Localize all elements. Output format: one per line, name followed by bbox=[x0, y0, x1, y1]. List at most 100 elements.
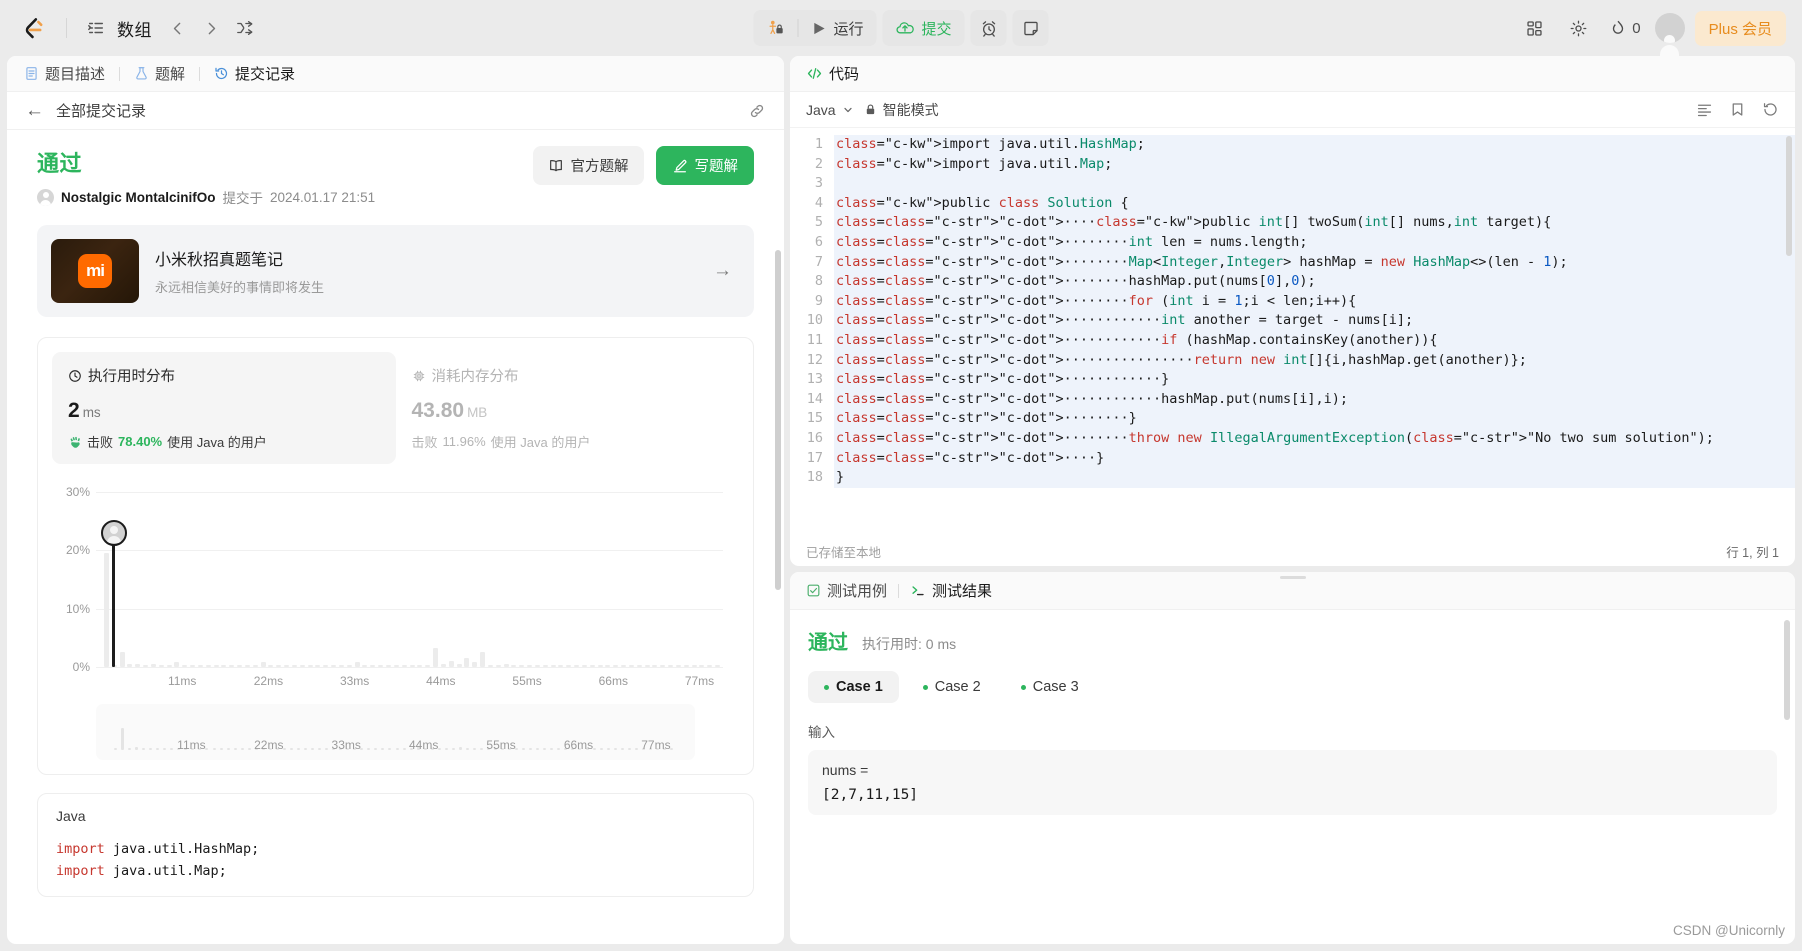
chart-bar bbox=[244, 665, 250, 667]
case-label: Case 1 bbox=[836, 679, 883, 695]
bookmark-icon[interactable] bbox=[1729, 101, 1746, 118]
minimap-bar bbox=[121, 727, 124, 750]
case-tab-2[interactable]: Case 2 bbox=[907, 671, 997, 703]
case-tab-1[interactable]: Case 1 bbox=[808, 671, 899, 703]
chart-x-tick: 55ms bbox=[512, 674, 542, 688]
minimap-bar bbox=[479, 748, 483, 750]
chart-marker-avatar[interactable] bbox=[100, 520, 127, 547]
tab-label: 提交记录 bbox=[235, 66, 296, 83]
code-line: class="c-kw">public class Solution { bbox=[834, 193, 1795, 214]
language-label: Java bbox=[806, 101, 836, 118]
minimap-bar bbox=[304, 748, 307, 750]
chart-gridline bbox=[96, 667, 723, 668]
scrollbar-thumb[interactable] bbox=[775, 250, 781, 590]
flask-icon bbox=[134, 66, 149, 81]
minimap-bar bbox=[149, 748, 153, 750]
runtime-distribution-chart[interactable]: 0% 10% 20% 30% bbox=[52, 482, 739, 674]
link-icon[interactable] bbox=[748, 102, 766, 120]
code-line: class=class="c-str">"c-dot">········} bbox=[834, 409, 1795, 429]
code-tab[interactable]: 代码 bbox=[806, 63, 859, 84]
test-panel: 测试用例 测试结果 通过 执行用时: 0 ms Case 1 Case 2 Ca… bbox=[790, 572, 1795, 944]
chart-bar bbox=[150, 664, 156, 667]
chart-bar bbox=[315, 665, 321, 667]
minimap-bar bbox=[536, 748, 540, 750]
submission-detail-scroll[interactable]: 通过 Nostalgic MontalcinifOo 提交于 2024.01.1… bbox=[7, 130, 784, 944]
page-title[interactable]: 数组 bbox=[113, 16, 160, 41]
tab-test-results[interactable]: 测试结果 bbox=[910, 580, 992, 601]
gear-icon[interactable] bbox=[1561, 11, 1595, 45]
arrow-right-icon[interactable]: → bbox=[713, 260, 740, 282]
leetcode-logo-icon[interactable] bbox=[16, 11, 50, 45]
code-text-area[interactable]: class="c-kw">import java.util.HashMap; cl… bbox=[834, 135, 1795, 536]
terminal-icon bbox=[910, 583, 926, 599]
stat-runtime-title: 执行用时分布 bbox=[88, 369, 175, 385]
write-solution-button[interactable]: 写题解 bbox=[655, 146, 754, 185]
run-button[interactable]: 运行 bbox=[798, 10, 876, 46]
chevron-right-icon[interactable] bbox=[194, 11, 228, 45]
write-solution-label: 写题解 bbox=[694, 159, 739, 175]
beat-suffix: 使用 Java 的用户 bbox=[167, 435, 267, 450]
note-icon[interactable] bbox=[1012, 10, 1049, 46]
user-avatar[interactable] bbox=[1654, 13, 1685, 56]
language-selector[interactable]: Java bbox=[806, 102, 854, 118]
back-to-all-submissions[interactable]: 全部提交记录 bbox=[56, 100, 146, 121]
tab-test-cases[interactable]: 测试用例 bbox=[806, 580, 887, 601]
chevron-left-icon[interactable] bbox=[160, 11, 194, 45]
chart-bar bbox=[197, 665, 203, 667]
editor-scrollbar-thumb[interactable] bbox=[1786, 136, 1792, 256]
stat-tab-runtime[interactable]: 执行用时分布 2 ms 击败 78.40% 使用 Java 的用户 bbox=[52, 352, 396, 464]
code-editor[interactable]: 1 2 3 4 5 6 7 8 9 10 11 12 13 14 15 16 17 18 class="c-kw"… bbox=[790, 128, 1795, 536]
clock-icon bbox=[68, 369, 82, 383]
submission-meta: Nostalgic MontalcinifOo 提交于 2024.01.17 2… bbox=[37, 187, 375, 207]
submit-button[interactable]: 提交 bbox=[883, 10, 965, 46]
stat-runtime-unit: ms bbox=[82, 405, 101, 420]
panel-resize-handle[interactable] bbox=[1279, 576, 1306, 579]
hand-clap-icon bbox=[68, 435, 82, 449]
chart-bar bbox=[597, 665, 603, 667]
format-lines-icon[interactable] bbox=[1696, 101, 1713, 118]
code-line: class=class="c-str">"c-dot">········hash… bbox=[834, 272, 1795, 292]
test-scrollbar-thumb[interactable] bbox=[1784, 620, 1790, 720]
grid-apps-icon[interactable] bbox=[1517, 11, 1551, 45]
tab-problem-description[interactable]: 题目描述 bbox=[21, 63, 108, 84]
flame-icon bbox=[1609, 19, 1627, 37]
code-panel-title: 代码 bbox=[829, 66, 860, 83]
submitter-name[interactable]: Nostalgic MontalcinifOo bbox=[61, 190, 216, 205]
line-number: 5 bbox=[814, 214, 823, 231]
arrow-left-icon[interactable]: ← bbox=[25, 101, 44, 120]
alarm-clock-icon[interactable] bbox=[970, 10, 1007, 46]
submit-label: 提交 bbox=[921, 20, 952, 38]
line-number: 15 bbox=[806, 410, 823, 427]
official-solution-button[interactable]: 官方题解 bbox=[532, 146, 644, 185]
promo-card[interactable]: mi 小米秋招真题笔记 永远相信美好的事情即将发生 → bbox=[37, 225, 754, 317]
streak-counter[interactable]: 0 bbox=[1605, 19, 1644, 37]
minimap-bar bbox=[233, 748, 237, 750]
minimap-bar bbox=[289, 748, 293, 750]
test-tab-divider bbox=[898, 583, 900, 598]
chart-bar bbox=[691, 665, 697, 667]
code-footer: 已存储至本地 行 1, 列 1 bbox=[790, 536, 1795, 566]
chart-y-tick: 30% bbox=[65, 485, 90, 499]
plus-membership-button[interactable]: Plus 会员 bbox=[1694, 10, 1786, 46]
chart-minimap[interactable]: 11ms 22ms 33ms 44ms 55ms 66ms 77ms bbox=[96, 704, 695, 760]
chart-bar bbox=[621, 665, 627, 667]
chart-bar bbox=[213, 665, 219, 667]
submitted-prefix: 提交于 bbox=[222, 191, 264, 206]
tab-solutions[interactable]: 题解 bbox=[131, 63, 188, 84]
tab-submissions[interactable]: 提交记录 bbox=[211, 63, 298, 84]
chart-bar bbox=[354, 661, 360, 667]
test-tab-label: 测试结果 bbox=[932, 583, 993, 600]
chart-bar bbox=[605, 665, 611, 667]
line-number: 8 bbox=[814, 273, 823, 290]
stat-tab-memory[interactable]: 消耗内存分布 43.80 MB 击败 11.96% 使用 Java 的用户 bbox=[396, 352, 740, 464]
line-number: 11 bbox=[806, 331, 823, 348]
case-tab-3[interactable]: Case 3 bbox=[1005, 671, 1095, 703]
chart-bar bbox=[119, 651, 125, 667]
debug-button[interactable] bbox=[753, 10, 797, 46]
shuffle-icon[interactable] bbox=[228, 11, 262, 45]
reset-icon[interactable] bbox=[1762, 101, 1779, 118]
list-icon[interactable] bbox=[79, 11, 113, 45]
smart-mode-toggle[interactable]: 智能模式 bbox=[864, 100, 939, 120]
promo-subtitle: 永远相信美好的事情即将发生 bbox=[155, 280, 325, 295]
minimap-bar bbox=[170, 748, 174, 750]
